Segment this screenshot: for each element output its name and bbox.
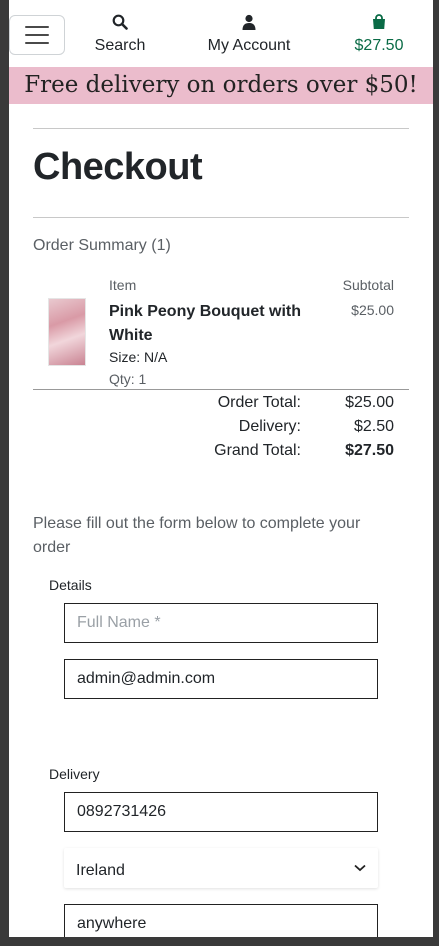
divider (33, 389, 409, 390)
divider (33, 128, 409, 129)
product-subtotal: $25.00 (351, 302, 394, 318)
free-delivery-banner: Free delivery on orders over $50! (9, 67, 433, 104)
order-total-value: $25.00 (345, 394, 394, 411)
phone-input[interactable] (64, 792, 378, 832)
page-title: Checkout (33, 146, 203, 188)
checkout-page: Search My Account $27.50 Free delivery o… (9, 0, 433, 937)
street-address-input[interactable] (64, 904, 378, 937)
grand-total-label: Grand Total: (214, 442, 301, 459)
hamburger-icon (25, 34, 49, 36)
delivery-label: Delivery: (238, 418, 301, 435)
country-selected-value: Ireland (76, 862, 125, 879)
product-name: Pink Peony Bouquet with White (109, 303, 302, 344)
navbar-toggle-button[interactable] (9, 15, 65, 55)
form-instructions: Please fill out the form below to comple… (33, 515, 361, 556)
top-navbar: Search My Account $27.50 (9, 0, 433, 67)
nav-search-link[interactable]: Search (95, 14, 145, 55)
product-qty: Qty: 1 (109, 371, 147, 387)
email-input[interactable] (64, 659, 378, 699)
full-name-input[interactable] (64, 603, 378, 643)
delivery-legend: Delivery (49, 766, 100, 782)
shopping-bag-icon (373, 14, 385, 29)
nav-account-label: My Account (207, 37, 291, 54)
user-icon (242, 14, 256, 30)
bag-total: $27.50 (354, 37, 404, 54)
hamburger-icon (25, 26, 49, 28)
column-header-item: Item (109, 277, 137, 293)
order-total-label: Order Total: (217, 394, 301, 411)
country-select[interactable]: Ireland (64, 848, 378, 888)
nav-account-link[interactable]: My Account (199, 14, 299, 55)
product-size: Size: N/A (109, 349, 168, 365)
delivery-value: $2.50 (353, 418, 394, 435)
chevron-down-icon (354, 864, 366, 872)
column-header-subtotal: Subtotal (342, 277, 394, 293)
search-icon (112, 14, 128, 30)
nav-search-label: Search (94, 37, 146, 54)
order-summary-label: Order Summary (1) (33, 237, 171, 254)
grand-total-value: $27.50 (345, 442, 394, 459)
hamburger-icon (25, 42, 49, 44)
nav-bag-link[interactable]: $27.50 (349, 14, 409, 55)
divider (33, 217, 409, 218)
product-thumbnail (48, 298, 86, 366)
details-legend: Details (49, 577, 92, 593)
